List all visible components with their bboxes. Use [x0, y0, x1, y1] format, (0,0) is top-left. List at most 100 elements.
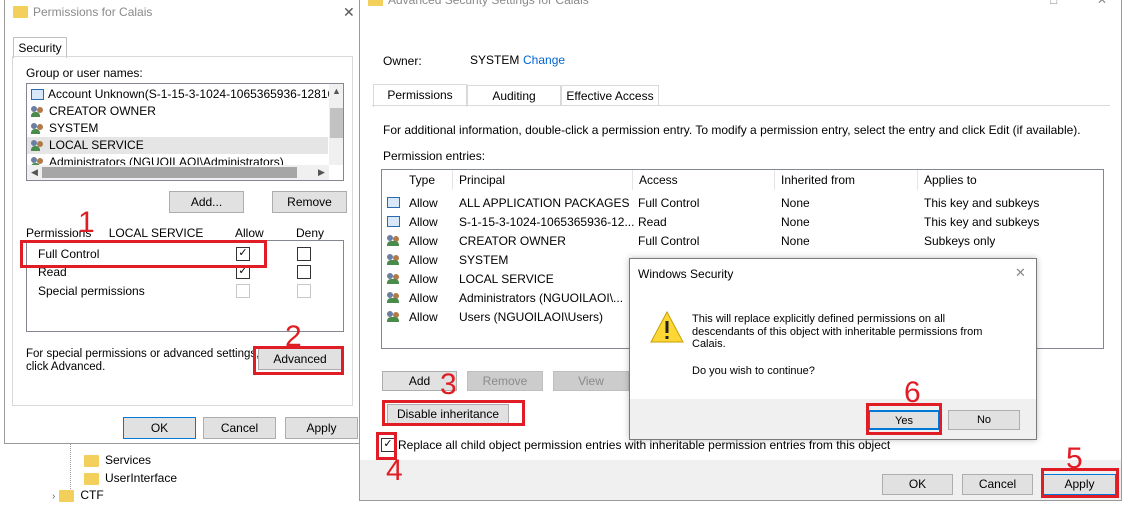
- permissions-titlebar: Permissions for Calais ✕: [5, 0, 360, 25]
- ok-button[interactable]: OK: [882, 474, 953, 495]
- tab-panel-border: [372, 105, 1110, 106]
- apply-button[interactable]: Apply: [285, 417, 358, 439]
- table-header: Type Principal Access Inherited from App…: [382, 170, 1103, 190]
- security-body: Windows Security ✕ This will replace exp…: [630, 259, 1036, 399]
- replace-child-label: Replace all child object permission entr…: [398, 438, 891, 452]
- folder-icon: [59, 489, 75, 502]
- cell-principal: SYSTEM: [459, 253, 509, 267]
- column-header[interactable]: Access: [633, 170, 775, 190]
- user-list[interactable]: Account Unknown(S-1-15-3-1024-1065365936…: [26, 83, 344, 181]
- folder-icon: [84, 472, 99, 485]
- security-title: Windows Security: [638, 267, 734, 281]
- cell-access: Full Control: [638, 234, 700, 248]
- close-icon[interactable]: ✕: [1097, 0, 1107, 9]
- cell-inherited: None: [781, 196, 810, 210]
- scroll-thumb[interactable]: [330, 108, 343, 138]
- cell-type: Allow: [409, 253, 438, 267]
- tab-effective-access[interactable]: Effective Access: [561, 85, 659, 106]
- chevron-right-icon[interactable]: ›: [52, 491, 55, 502]
- tab-permissions[interactable]: Permissions: [373, 84, 467, 107]
- cell-inherited: None: [781, 215, 810, 229]
- close-icon[interactable]: ✕: [1015, 265, 1026, 281]
- cancel-button[interactable]: Cancel: [962, 474, 1033, 495]
- permission-name: Special permissions: [38, 284, 145, 298]
- view-entry-button[interactable]: View: [553, 371, 629, 391]
- annotation-box: [382, 400, 525, 426]
- warning-icon: [650, 311, 684, 343]
- column-header[interactable]: Applies to: [918, 170, 1103, 190]
- permissions-for-label: Permissions LOCAL SERVICE: [26, 226, 204, 240]
- allow-header: Allow: [235, 226, 264, 240]
- annotation-number: 2: [285, 320, 302, 353]
- account-icon: [387, 197, 400, 208]
- windows-security-dialog: Windows Security ✕ This will replace exp…: [629, 258, 1037, 440]
- special-deny-checkbox[interactable]: [297, 284, 311, 298]
- remove-entry-button[interactable]: Remove: [467, 371, 543, 391]
- info-text: For additional information, double-click…: [383, 123, 1081, 137]
- annotation-box: [20, 240, 267, 268]
- maximize-icon[interactable]: □: [1050, 0, 1057, 9]
- tab-security[interactable]: Security: [13, 37, 67, 58]
- read-deny-checkbox[interactable]: [297, 265, 311, 279]
- tree-item[interactable]: Services: [84, 452, 151, 468]
- cell-access: Full Control: [638, 196, 700, 210]
- list-item[interactable]: SYSTEM: [31, 120, 343, 137]
- cancel-button[interactable]: Cancel: [203, 417, 276, 439]
- annotation-number: 4: [386, 454, 403, 487]
- add-user-button[interactable]: Add...: [169, 191, 244, 213]
- cell-type: Allow: [409, 272, 438, 286]
- group-label: Group or user names:: [26, 66, 143, 80]
- users-icon: [387, 235, 401, 247]
- table-row[interactable]: Allow S-1-15-3-1024-1065365936-12... Read N…: [382, 213, 1103, 231]
- account-icon: [387, 216, 400, 227]
- special-allow-checkbox[interactable]: [236, 284, 250, 298]
- scroll-right-icon[interactable]: ▶: [314, 165, 329, 180]
- account-icon: [31, 89, 44, 101]
- scroll-left-icon[interactable]: ◀: [27, 165, 42, 180]
- cell-type: Allow: [409, 291, 438, 305]
- annotation-number: 5: [1066, 442, 1083, 475]
- full-control-deny-checkbox[interactable]: [297, 247, 311, 261]
- users-icon: [387, 292, 401, 304]
- close-icon[interactable]: ✕: [343, 0, 355, 25]
- table-row[interactable]: Allow ALL APPLICATION PACKAGES Full Contro…: [382, 194, 1103, 212]
- cell-type: Allow: [409, 234, 438, 248]
- remove-user-button[interactable]: Remove: [272, 191, 347, 213]
- tree-item[interactable]: UserInterface: [84, 470, 177, 486]
- scroll-thumb[interactable]: [42, 167, 297, 178]
- column-header[interactable]: Type: [403, 170, 453, 190]
- folder-icon: [84, 454, 99, 467]
- folder-icon: [368, 0, 383, 6]
- cell-principal: ALL APPLICATION PACKAGES: [459, 196, 630, 210]
- entries-label: Permission entries:: [383, 149, 486, 163]
- list-item[interactable]: CREATOR OWNER: [31, 103, 343, 120]
- annotation-number: 3: [440, 368, 457, 401]
- cell-principal: Administrators (NGUOILAOI\...: [459, 291, 624, 305]
- ok-button[interactable]: OK: [123, 417, 196, 439]
- permissions-title: Permissions for Calais: [33, 5, 153, 19]
- tab-auditing[interactable]: Auditing: [467, 85, 561, 106]
- cell-principal: CREATOR OWNER: [459, 234, 566, 248]
- table-row[interactable]: Allow CREATOR OWNER Full Control None Subkey…: [382, 232, 1103, 250]
- horizontal-scrollbar[interactable]: ◀ ▶: [27, 165, 329, 180]
- cell-principal: LOCAL SERVICE: [459, 272, 554, 286]
- advanced-titlebar: Advanced Security Settings for Calais □ …: [360, 0, 1121, 11]
- security-message: This will replace explicitly defined per…: [692, 313, 983, 350]
- no-button[interactable]: No: [948, 410, 1020, 430]
- list-item[interactable]: Account Unknown(S-1-15-3-1024-1065365936…: [31, 86, 343, 103]
- vertical-scrollbar[interactable]: ▲: [329, 84, 343, 165]
- scroll-up-icon[interactable]: ▲: [329, 84, 343, 99]
- permissions-dialog: Permissions for Calais ✕ Security Group …: [4, 0, 361, 444]
- owner-value: SYSTEM: [470, 53, 520, 67]
- change-owner-link[interactable]: Change: [523, 53, 565, 67]
- cell-type: Allow: [409, 196, 438, 210]
- column-header[interactable]: Inherited from: [775, 170, 918, 190]
- list-item-selected[interactable]: LOCAL SERVICE: [27, 137, 328, 154]
- cell-applies: This key and subkeys: [924, 215, 1040, 229]
- cell-type: Allow: [409, 215, 438, 229]
- column-header[interactable]: Principal: [453, 170, 633, 190]
- cell-access: Read: [638, 215, 667, 229]
- users-icon: [387, 273, 401, 285]
- annotation-number: 1: [78, 206, 95, 239]
- folder-icon: [13, 6, 28, 18]
